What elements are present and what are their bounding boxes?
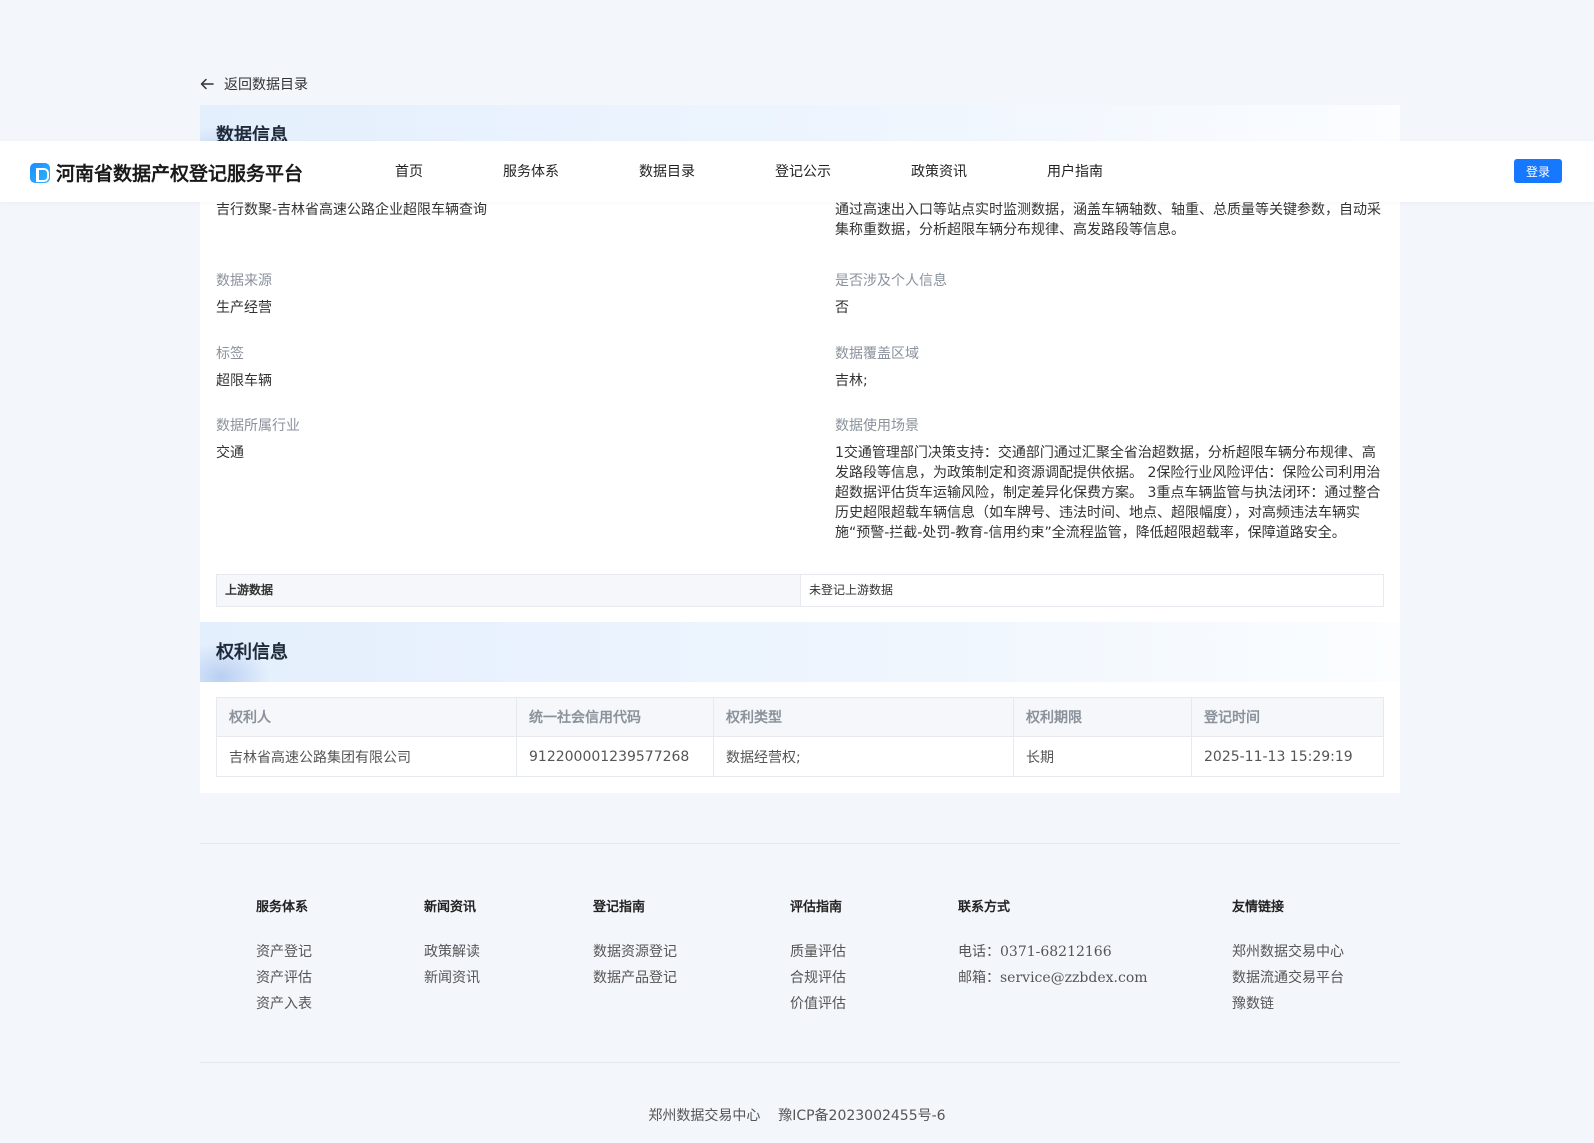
data-description-value: 通过高速出入口等站点实时监测数据，涵盖车辆轴数、轴重、总质量等关键参数，自动采集… <box>835 202 1381 238</box>
footer-col-register: 登记指南 数据资源登记 数据产品登记 <box>593 896 677 991</box>
contact-email[interactable]: 邮箱：service@zzbdex.com <box>958 965 1148 991</box>
cell-rights-term: 长期 <box>1013 736 1192 777</box>
field-data-source: 数据来源 生产经营 <box>216 270 776 318</box>
brand[interactable]: 河南省数据产权登记服务平台 <box>30 159 303 186</box>
field-label: 是否涉及个人信息 <box>835 273 947 289</box>
col-credit-code: 统一社会信用代码 <box>516 697 714 737</box>
rights-info-header: 权利信息 <box>200 622 1400 682</box>
footer-link[interactable]: 资产入表 <box>256 991 312 1017</box>
footer-link[interactable]: 质量评估 <box>790 939 846 965</box>
upstream-label: 上游数据 <box>217 575 801 606</box>
col-rights-holder: 权利人 <box>216 697 517 737</box>
field-label: 数据来源 <box>216 273 272 289</box>
footer-link[interactable]: 郑州数据交易中心 <box>1232 939 1344 965</box>
footer-col-news: 新闻资讯 政策解读 新闻资讯 <box>424 896 480 991</box>
field-value: 超限车辆 <box>216 373 272 389</box>
footer-col-services: 服务体系 资产登记 资产评估 资产入表 <box>256 896 312 1017</box>
footer-link[interactable]: 资产评估 <box>256 965 312 991</box>
footer-col-title: 服务体系 <box>256 900 309 915</box>
footer-link[interactable]: 新闻资讯 <box>424 965 480 991</box>
nav-item-announcements[interactable]: 登记公示 <box>775 161 831 181</box>
rights-info-title: 权利信息 <box>216 642 288 663</box>
field-value: 否 <box>835 300 849 316</box>
brand-title: 河南省数据产权登记服务平台 <box>56 163 304 185</box>
field-coverage-region: 数据覆盖区域 吉林; <box>835 343 1385 391</box>
field-usage-scenario: 数据使用场景 1交通管理部门决策支持：交通部门通过汇聚全省治超数据，分析超限车辆… <box>835 415 1385 543</box>
upstream-data-row: 上游数据 未登记上游数据 <box>216 574 1384 607</box>
col-rights-type: 权利类型 <box>713 697 1014 737</box>
table-row: 吉林省高速公路集团有限公司 912200001239577268 数据经营权; … <box>216 736 1384 777</box>
footer-link[interactable]: 数据产品登记 <box>593 965 677 991</box>
footer-col-title: 评估指南 <box>790 900 843 915</box>
footer-link[interactable]: 豫数链 <box>1232 991 1344 1017</box>
cell-rights-type: 数据经营权; <box>713 736 1014 777</box>
login-button[interactable]: 登录 <box>1514 159 1562 183</box>
rights-table: 权利人 统一社会信用代码 权利类型 权利期限 登记时间 吉林省高速公路集团有限公… <box>216 697 1384 777</box>
brand-logo-icon <box>30 162 50 183</box>
detail-card: 数据信息 吉行数聚-吉林省高速公路企业超限车辆查询 通过高速出入口等站点实时监测… <box>200 105 1400 793</box>
footer-col-title: 友情链接 <box>1232 900 1285 915</box>
col-rights-term: 权利期限 <box>1013 697 1192 737</box>
footer-link[interactable]: 数据流通交易平台 <box>1232 965 1344 991</box>
footer-divider-top <box>200 843 1400 844</box>
field-tags: 标签 超限车辆 <box>216 343 776 391</box>
field-industry: 数据所属行业 交通 <box>216 415 776 463</box>
footer-col-title: 联系方式 <box>958 900 1011 915</box>
upstream-value: 未登记上游数据 <box>809 583 894 597</box>
back-label: 返回数据目录 <box>224 77 308 93</box>
nav-item-home[interactable]: 首页 <box>395 161 423 181</box>
field-label: 数据所属行业 <box>216 418 300 434</box>
footer-link[interactable]: 政策解读 <box>424 939 480 965</box>
field-value: 交通 <box>216 445 244 461</box>
footer-link[interactable]: 价值评估 <box>790 991 846 1017</box>
footer-col-links: 友情链接 郑州数据交易中心 数据流通交易平台 豫数链 <box>1232 896 1344 1017</box>
footer-col-title: 新闻资讯 <box>424 900 477 915</box>
field-value: 1交通管理部门决策支持：交通部门通过汇聚全省治超数据，分析超限车辆分布规律、高发… <box>835 445 1381 541</box>
footer-col-evaluate: 评估指南 质量评估 合规评估 价值评估 <box>790 896 846 1017</box>
table-header-row: 权利人 统一社会信用代码 权利类型 权利期限 登记时间 <box>216 697 1384 737</box>
footer-col-contact: 联系方式 电话：0371-68212166 邮箱：service@zzbdex.… <box>958 896 1148 991</box>
field-label: 数据覆盖区域 <box>835 346 919 362</box>
footer-link[interactable]: 数据资源登记 <box>593 939 677 965</box>
footer-col-title: 登记指南 <box>593 900 646 915</box>
arrow-left-icon <box>200 78 214 90</box>
field-label: 标签 <box>216 346 244 362</box>
data-name-value: 吉行数聚-吉林省高速公路企业超限车辆查询 <box>216 202 488 218</box>
field-label: 数据使用场景 <box>835 418 919 434</box>
nav-item-services[interactable]: 服务体系 <box>503 161 559 181</box>
nav-item-catalog[interactable]: 数据目录 <box>639 161 695 181</box>
footer-link[interactable]: 合规评估 <box>790 965 846 991</box>
col-register-time: 登记时间 <box>1191 697 1384 737</box>
field-personal-info: 是否涉及个人信息 否 <box>835 270 1385 318</box>
cell-credit-code: 912200001239577268 <box>516 736 714 777</box>
nav-item-guide[interactable]: 用户指南 <box>1047 161 1103 181</box>
field-value: 生产经营 <box>216 300 272 316</box>
footer-divider-bottom <box>200 1062 1400 1063</box>
copyright: 郑州数据交易中心 豫ICP备2023002455号-6 <box>648 1108 946 1124</box>
cell-rights-holder: 吉林省高速公路集团有限公司 <box>216 736 517 777</box>
footer-link[interactable]: 资产登记 <box>256 939 312 965</box>
field-value: 吉林; <box>835 373 868 389</box>
back-to-catalog-link[interactable]: 返回数据目录 <box>200 74 308 94</box>
nav-item-policy[interactable]: 政策资讯 <box>911 161 967 181</box>
cell-register-time: 2025-11-13 15:29:19 <box>1191 736 1384 777</box>
contact-phone: 电话：0371-68212166 <box>958 944 1112 960</box>
top-navbar: 河南省数据产权登记服务平台 首页 服务体系 数据目录 登记公示 政策资讯 用户指… <box>0 141 1594 202</box>
